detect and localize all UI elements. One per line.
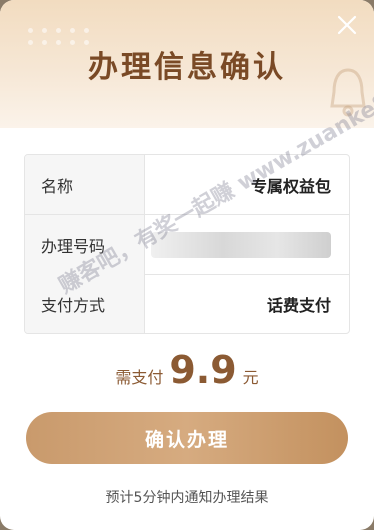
confirmation-modal: 办理信息确认 名称 专属权益包 办理号码 支付方式 话费支付 需支付 9.9 元 确… [0, 0, 374, 530]
payment-line: 需支付 9.9 元 [0, 348, 374, 392]
row-value-redacted [146, 215, 349, 274]
close-icon[interactable] [337, 15, 357, 35]
close-button[interactable] [334, 12, 360, 38]
payment-unit: 元 [242, 368, 259, 387]
bell-icon [330, 68, 366, 117]
modal-header: 办理信息确认 [0, 0, 374, 128]
modal-title: 办理信息确认 [88, 50, 286, 85]
table-row-payment: 支付方式 话费支付 [25, 274, 349, 333]
table-row-number: 办理号码 [25, 215, 349, 275]
row-value: 专属权益包 [250, 176, 331, 196]
row-value: 话费支付 [266, 295, 331, 315]
confirm-button[interactable]: 确认办理 [26, 412, 348, 464]
redacted-phone-number [151, 231, 331, 258]
row-label: 名称 [25, 155, 145, 214]
payment-amount: 9.9 [169, 348, 237, 392]
table-row-name: 名称 专属权益包 [25, 155, 349, 215]
row-label: 办理号码 [25, 215, 145, 274]
row-label: 支付方式 [25, 274, 145, 333]
result-hint: 预计5分钟内通知办理结果 [105, 490, 269, 506]
info-table: 名称 专属权益包 办理号码 支付方式 话费支付 [24, 154, 350, 334]
payment-label: 需支付 [115, 368, 164, 387]
